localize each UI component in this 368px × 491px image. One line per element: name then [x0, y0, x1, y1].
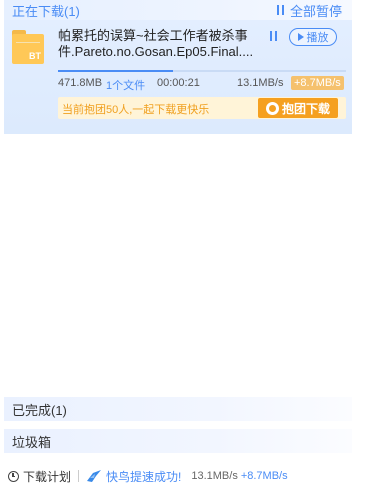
progress-fill: [58, 70, 174, 72]
task-pause-button[interactable]: [270, 31, 277, 41]
trash-label: 垃圾箱: [12, 434, 52, 450]
completed-label: 已完成(1): [12, 402, 67, 418]
divider: [78, 470, 80, 482]
task-speed: 13.1MB/s: [237, 77, 284, 89]
group-text: 当前抱团50人,一起下载更快乐: [62, 104, 210, 116]
task-boost-badge: +8.7MB/s: [291, 76, 344, 90]
task-stats: 471.8MB 1个文件 00:00:21 13.1MB/s +8.7MB/s: [58, 76, 346, 93]
boost-message[interactable]: 快鸟提速成功!: [106, 468, 181, 485]
bt-file-icon: BT: [12, 30, 44, 64]
status-bar: 下载计划 快鸟提速成功! 13.1MB/s +8.7MB/s: [8, 467, 358, 485]
task-size: 471.8MB: [58, 77, 103, 89]
group-download-banner: 当前抱团50人,一起下载更快乐 抱团下载: [58, 97, 346, 119]
downloading-title: 正在下载(1): [12, 3, 80, 19]
bird-icon: [87, 470, 102, 482]
play-label: 播放: [306, 32, 329, 44]
footer-boost: +8.7MB/s: [240, 470, 288, 482]
task-files-link[interactable]: 1个文件: [106, 77, 145, 93]
bt-file-icon-label: BT: [29, 51, 41, 61]
footer-speed: 13.1MB/s: [191, 470, 238, 482]
downloading-header[interactable]: 正在下载(1) 全部暂停: [4, 0, 352, 20]
group-icon: [265, 101, 279, 115]
group-download-button[interactable]: 抱团下载: [258, 98, 338, 118]
download-plan-label: 下载计划: [23, 469, 72, 484]
clock-icon: [8, 470, 19, 482]
pause-all-button[interactable]: 全部暂停: [276, 1, 342, 20]
completed-section[interactable]: 已完成(1): [4, 397, 352, 421]
download-plan-button[interactable]: 下载计划: [8, 468, 71, 485]
trash-section[interactable]: 垃圾箱: [4, 429, 352, 453]
play-button[interactable]: 播放: [289, 28, 337, 46]
task-time: 00:00:21: [157, 77, 200, 89]
play-icon: [297, 33, 304, 41]
pause-icon: [276, 5, 284, 15]
group-download-label: 抱团下载: [281, 101, 330, 116]
progress-bar: [58, 70, 346, 72]
task-name: 帕累托的误算~社会工作者被杀事件.Pareto.no.Gosan.Ep05.Fi…: [58, 28, 254, 59]
download-task[interactable]: BT 帕累托的误算~社会工作者被杀事件.Pareto.no.Gosan.Ep05…: [4, 20, 352, 134]
pause-all-label: 全部暂停: [289, 3, 342, 19]
